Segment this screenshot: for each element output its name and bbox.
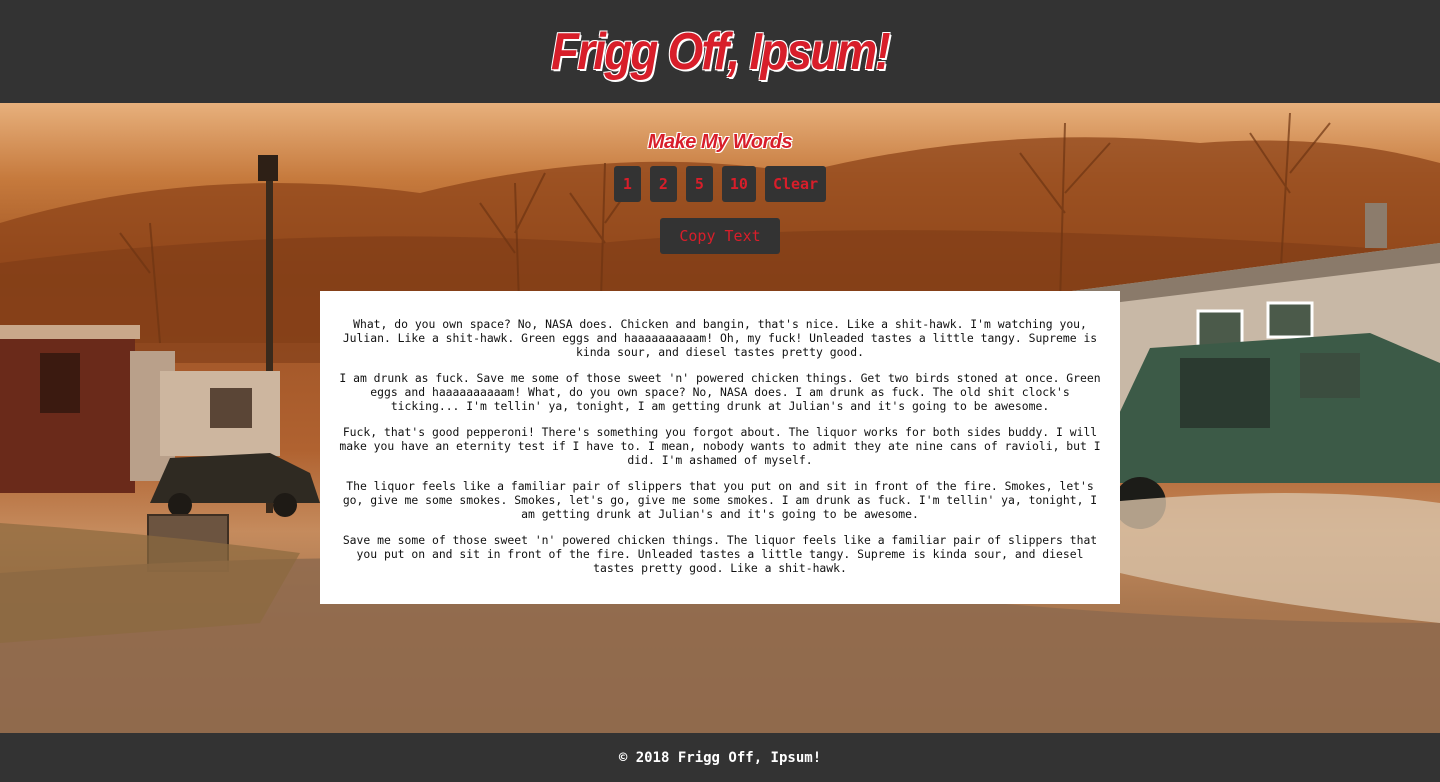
ipsum-paragraph: Fuck, that's good pepperoni! There's som… (339, 425, 1101, 467)
count-1-button[interactable]: 1 (613, 166, 641, 202)
count-5-button[interactable]: 5 (685, 166, 713, 202)
hero-section: Make My Words 1 2 5 10 Clear Copy Text W… (0, 103, 1440, 733)
word-controls: Make My Words 1 2 5 10 Clear Copy Text (0, 131, 1440, 254)
generated-text-box: What, do you own space? No, NASA does. C… (320, 291, 1120, 604)
ipsum-paragraph: What, do you own space? No, NASA does. C… (342, 317, 1098, 359)
count-button-group: 1 2 5 10 Clear (0, 166, 1440, 202)
count-10-button[interactable]: 10 (721, 166, 756, 202)
copy-text-button[interactable]: Copy Text (660, 218, 780, 254)
copyright-text: © 2018 Frigg Off, Ipsum! (618, 749, 822, 766)
ipsum-paragraph: I am drunk as fuck. Save me some of thos… (339, 371, 1101, 413)
site-footer: © 2018 Frigg Off, Ipsum! (0, 733, 1440, 782)
count-2-button[interactable]: 2 (649, 166, 677, 202)
ipsum-paragraph: Save me some of those sweet 'n' powered … (342, 533, 1098, 575)
clear-button[interactable]: Clear (764, 166, 827, 202)
controls-title: Make My Words (647, 131, 793, 153)
ipsum-paragraph: The liquor feels like a familiar pair of… (342, 479, 1098, 521)
site-title: Frigg Off, Ipsum! (551, 22, 891, 81)
site-header: Frigg Off, Ipsum! (0, 0, 1440, 103)
